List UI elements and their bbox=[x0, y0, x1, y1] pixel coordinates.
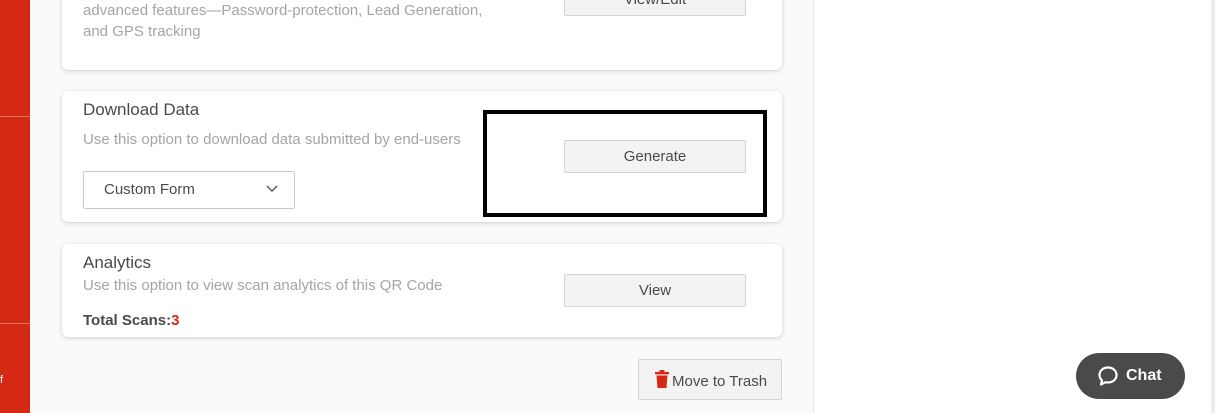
form-type-select[interactable]: Custom Form bbox=[83, 171, 295, 209]
analytics-desc: Use this option to view scan analytics o… bbox=[83, 277, 443, 294]
download-data-desc: Use this option to download data submitt… bbox=[83, 131, 461, 148]
total-scans-label: Total Scans: bbox=[83, 312, 172, 329]
advanced-features-desc-line2: and GPS tracking bbox=[83, 23, 201, 40]
right-panel bbox=[813, 0, 1215, 413]
download-data-title: Download Data bbox=[83, 100, 200, 119]
form-type-select-value: Custom Form bbox=[104, 181, 195, 198]
advanced-features-desc-line1: advanced features—Password-protection, L… bbox=[83, 2, 483, 19]
advanced-features-desc: advanced features—Password-protection, L… bbox=[83, 0, 482, 42]
chevron-down-icon bbox=[266, 185, 278, 192]
chat-bubble-icon bbox=[1098, 366, 1118, 386]
view-analytics-button[interactable]: View bbox=[564, 274, 746, 307]
sidebar-divider bbox=[0, 116, 30, 117]
advanced-features-card: advanced features—Password-protection, L… bbox=[62, 0, 782, 70]
move-to-trash-label: Move to Trash bbox=[672, 373, 768, 390]
trash-icon bbox=[655, 370, 669, 388]
left-sidebar: f bbox=[0, 0, 30, 413]
analytics-card: Analytics Use this option to view scan a… bbox=[62, 244, 782, 337]
sidebar-divider bbox=[0, 323, 30, 324]
chat-button[interactable]: Chat bbox=[1076, 353, 1185, 399]
chat-label: Chat bbox=[1126, 367, 1162, 384]
analytics-title: Analytics bbox=[83, 253, 152, 272]
move-to-trash-button[interactable]: Move to Trash bbox=[638, 359, 782, 400]
highlight-box bbox=[483, 110, 767, 217]
total-scans-count: 3 bbox=[171, 312, 180, 329]
total-scans: Total Scans:3 bbox=[83, 312, 179, 329]
scrollbar[interactable] bbox=[1211, 0, 1215, 413]
sidebar-text-fragment: f bbox=[0, 374, 4, 386]
view-edit-button[interactable]: View/Edit bbox=[564, 0, 746, 16]
